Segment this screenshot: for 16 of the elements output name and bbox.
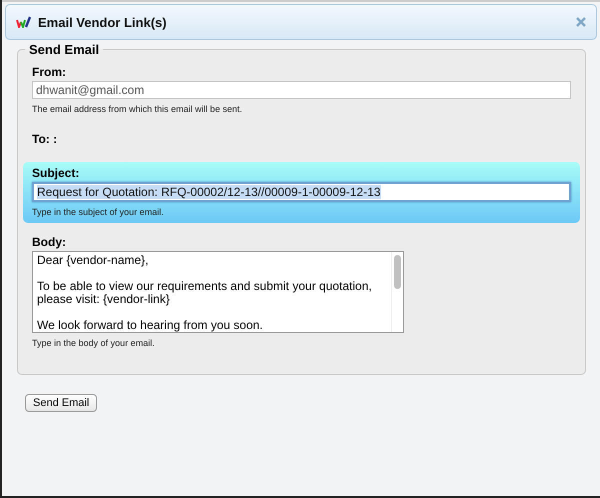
body-field[interactable]: Dear {vendor-name}, To be able to view our requirements and submit your quotation, please visit: {vendor-link} We look forward to hearing from you soon. (32, 251, 404, 333)
field-hint: Type in the subject of your email. (32, 207, 165, 217)
window-title: Email Vendor Link(s) (38, 14, 168, 30)
section-legend: Send Email (25, 42, 104, 57)
field-label: To: : (32, 132, 58, 146)
field-label: Body: (32, 235, 67, 249)
field-label: From: (32, 65, 67, 79)
field-hint: Type in the body of your email. (32, 338, 156, 348)
send-button[interactable]: Send Email (25, 394, 98, 412)
scrollbar[interactable] (391, 252, 403, 332)
field-hint: The email address from which this email will be sent. (32, 104, 244, 114)
close-icon[interactable] (576, 17, 586, 27)
field-label: Subject: (32, 166, 80, 180)
logo-icon (16, 16, 32, 28)
text-field[interactable]: Request for Quotation: RFQ-00002/12-13//00009-1-00009-12-13 (32, 182, 571, 202)
text-field[interactable]: dhwanit@gmail.com (32, 81, 571, 99)
